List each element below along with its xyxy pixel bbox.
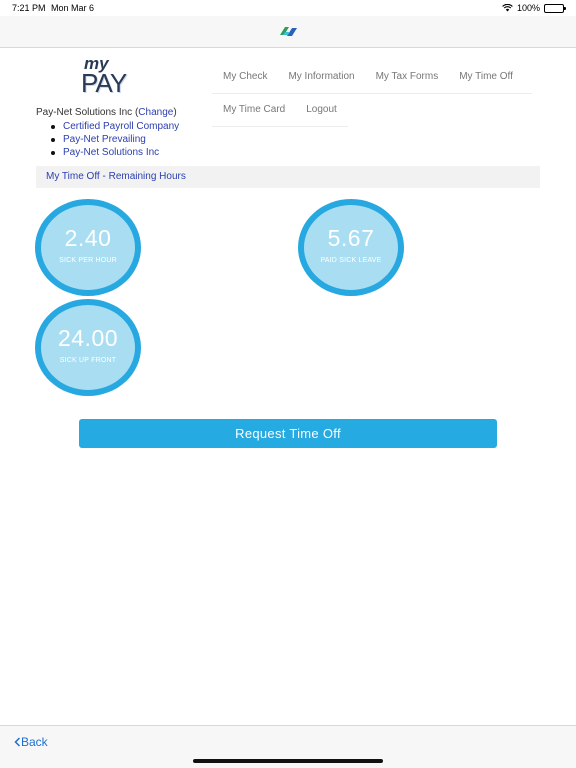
nav-my-information[interactable]: My Information [277, 61, 364, 93]
balance-value: 5.67 [327, 225, 375, 251]
nav-my-time-off[interactable]: My Time Off [448, 61, 523, 93]
status-bar: 7:21 PM Mon Mar 6 100% [0, 0, 576, 16]
logo-pay-text: PAY [81, 68, 127, 98]
status-time: 7:21 PM [12, 3, 46, 13]
change-company-link[interactable]: Change [138, 107, 173, 118]
app-header-bar [0, 16, 576, 48]
nav-my-tax-forms[interactable]: My Tax Forms [365, 61, 449, 93]
section-title: My Time Off - Remaining Hours [36, 166, 540, 188]
nav-my-time-card[interactable]: My Time Card [212, 94, 295, 126]
wifi-icon [502, 4, 513, 12]
nav-row-secondary: My Time Card Logout [212, 94, 348, 127]
status-date: Mon Mar 6 [51, 3, 95, 13]
company-name: Pay-Net Solutions Inc [36, 107, 133, 118]
balance-sick-up-front: 24.00 SICK UP FRONT [35, 299, 141, 396]
back-button[interactable]: Back [14, 735, 48, 749]
company-option-certified[interactable]: Certified Payroll Company [49, 120, 179, 133]
company-line: Pay-Net Solutions Inc (Change) [36, 107, 177, 118]
balance-label: PAID SICK LEAVE [320, 257, 382, 264]
chevron-left-icon [14, 737, 21, 747]
balance-label: SICK PER HOUR [59, 257, 117, 264]
company-option-solutions[interactable]: Pay-Net Solutions Inc [49, 146, 179, 159]
nav-row-primary: My Check My Information My Tax Forms My … [212, 61, 532, 94]
battery-icon [544, 3, 566, 13]
home-indicator[interactable] [193, 759, 383, 763]
nav-logout[interactable]: Logout [295, 94, 347, 126]
battery-percent: 100% [516, 3, 540, 13]
main-nav: My Check My Information My Tax Forms My … [212, 61, 532, 127]
request-time-off-button[interactable]: Request Time Off [79, 419, 497, 448]
balance-paid-sick-leave: 5.67 PAID SICK LEAVE [298, 199, 404, 296]
balance-sick-per-hour: 2.40 SICK PER HOUR [35, 199, 141, 296]
company-option-prevailing[interactable]: Pay-Net Prevailing [49, 133, 179, 146]
company-list: Certified Payroll Company Pay-Net Prevai… [49, 120, 179, 159]
app-logo-icon [280, 27, 297, 36]
status-indicators: 100% [502, 3, 566, 13]
nav-my-check[interactable]: My Check [212, 61, 277, 93]
balance-value: 24.00 [57, 325, 119, 351]
balance-label: SICK UP FRONT [59, 357, 117, 364]
company-paren-close: ) [173, 107, 177, 118]
balance-value: 2.40 [64, 225, 112, 251]
back-label: Back [21, 735, 48, 749]
bottom-toolbar: Back [0, 725, 576, 768]
mypay-logo: my PAY [80, 54, 142, 100]
